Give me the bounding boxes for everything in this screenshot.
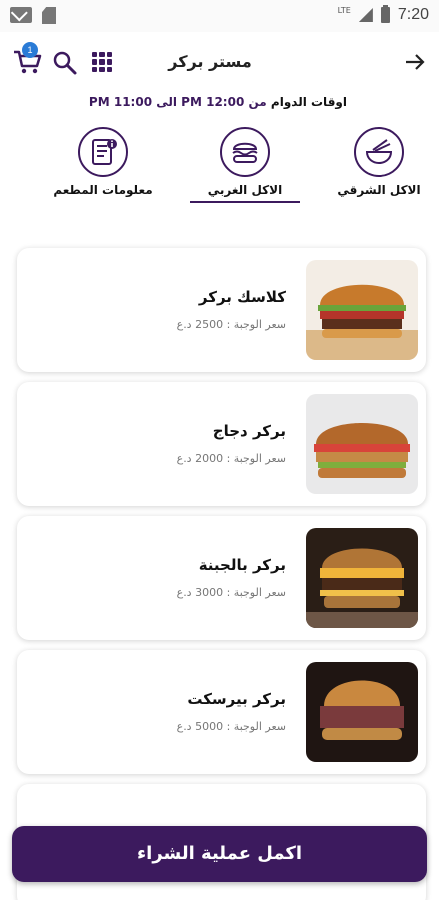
- cart-count-badge: 1: [22, 42, 38, 58]
- search-button[interactable]: [52, 50, 78, 76]
- clock: 7:20: [397, 6, 429, 23]
- arrow-right-icon: [406, 54, 425, 70]
- item-price: سعر الوجبة : 5000 د.ع: [176, 720, 286, 733]
- menu-item-card[interactable]: بركر دجاج سعر الوجبة : 2000 د.ع: [17, 382, 426, 506]
- bowl-icon: [365, 139, 393, 165]
- menu-item-card[interactable]: بركر بيرسكت سعر الوجبة : 5000 د.ع: [17, 650, 426, 774]
- signal-icon: [358, 8, 373, 22]
- status-bar: LTE 7:20: [0, 0, 439, 32]
- info-document-icon: [92, 139, 117, 165]
- tab-label: الاكل الشرقي: [337, 183, 421, 197]
- app-header: 1 مستر بركر: [0, 38, 439, 88]
- item-name: بركر دجاج: [212, 422, 286, 440]
- hours-label: اوقات الدوام: [270, 95, 347, 109]
- item-name: بركر بيرسكت: [187, 690, 286, 708]
- gmail-icon: [10, 7, 32, 23]
- battery-icon: [380, 5, 390, 23]
- menu-item-card[interactable]: كلاسك بركر سعر الوجبة : 2500 د.ع: [17, 248, 426, 372]
- tab-label: معلومات المطعم: [53, 183, 153, 197]
- item-price: سعر الوجبة : 3000 د.ع: [176, 586, 286, 599]
- burger-icon: [232, 142, 258, 163]
- tab-eastern-food[interactable]: الاكل الشرقي: [319, 127, 439, 197]
- hours-value: من 12:00 PM الى 11:00 PM: [88, 95, 267, 109]
- tab-label: الاكل الغربي: [190, 183, 300, 203]
- menu-item-list: كلاسك بركر سعر الوجبة : 2500 د.ع بركر دج…: [17, 248, 426, 900]
- burger-image: [306, 528, 418, 628]
- tab-restaurant-info[interactable]: معلومات المطعم: [43, 127, 163, 197]
- sd-card-icon: [42, 7, 56, 24]
- grid-menu-icon[interactable]: [92, 52, 112, 72]
- item-name: كلاسك بركر: [198, 288, 286, 306]
- burger-image: [306, 260, 418, 360]
- back-button[interactable]: [403, 50, 427, 74]
- burger-image: [306, 394, 418, 494]
- item-price: سعر الوجبة : 2500 د.ع: [176, 318, 286, 331]
- burger-image: [306, 662, 418, 762]
- item-name: بركر بالجبنة: [198, 556, 286, 574]
- page-title: مستر بركر: [168, 52, 252, 71]
- network-type: LTE: [337, 5, 351, 15]
- item-price: سعر الوجبة : 2000 د.ع: [176, 452, 286, 465]
- working-hours: اوقات الدوام من 12:00 PM الى 11:00 PM: [89, 95, 347, 109]
- checkout-button[interactable]: اكمل عملية الشراء: [12, 826, 427, 882]
- cart-button[interactable]: 1: [12, 42, 42, 76]
- tab-western-food[interactable]: الاكل الغربي: [185, 127, 305, 203]
- search-icon: [53, 51, 77, 75]
- category-tabs: الاكل الشرقي الاكل الغربي معلومات المطعم: [0, 127, 439, 212]
- menu-item-card[interactable]: بركر بالجبنة سعر الوجبة : 3000 د.ع: [17, 516, 426, 640]
